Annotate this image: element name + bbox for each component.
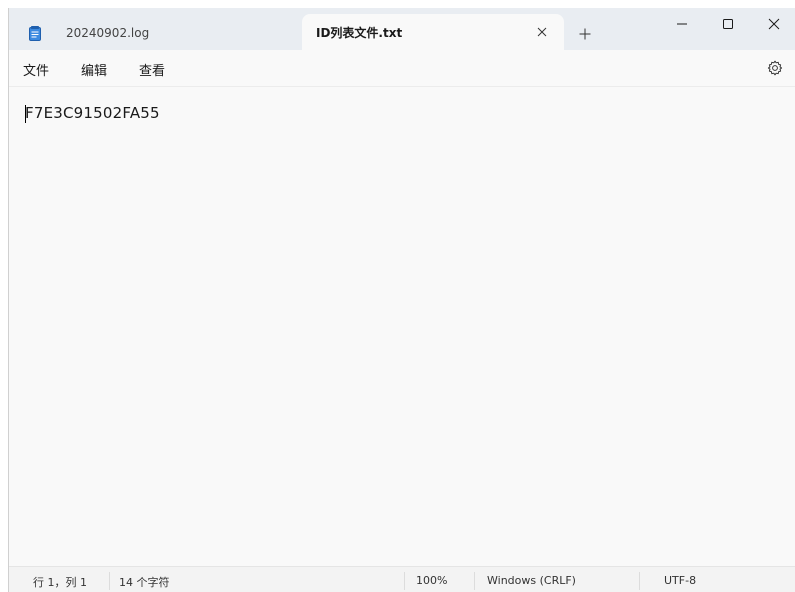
plus-icon xyxy=(579,28,591,40)
tab-label: ID列表文件.txt xyxy=(316,25,403,40)
new-tab-button[interactable] xyxy=(575,24,595,44)
tab-label: 20240902.log xyxy=(66,26,150,40)
editor-content: F7E3C91502FA55 xyxy=(25,104,160,122)
tab-id-list-file[interactable]: ID列表文件.txt xyxy=(302,14,564,50)
title-bar: 20240902.log ID列表文件.txt xyxy=(9,8,795,50)
menu-bar: 文件 编辑 查看 xyxy=(9,50,795,87)
menu-edit[interactable]: 编辑 xyxy=(81,60,107,79)
tab-20240902-log[interactable]: 20240902.log xyxy=(15,16,300,50)
menu-view[interactable]: 查看 xyxy=(139,60,165,79)
text-editor-area[interactable]: F7E3C91502FA55 xyxy=(9,87,795,566)
character-count: 14 个字符 xyxy=(119,576,170,589)
menu-file[interactable]: 文件 xyxy=(23,60,49,79)
encoding[interactable]: UTF-8 xyxy=(664,574,696,587)
status-divider xyxy=(474,572,475,590)
close-icon xyxy=(768,18,780,30)
minimize-button[interactable] xyxy=(659,8,705,40)
minimize-icon xyxy=(677,23,687,25)
maximize-button[interactable] xyxy=(705,8,751,40)
status-bar: 行 1，列 1 14 个字符 100% Windows (CRLF) UTF-8 xyxy=(9,566,795,592)
close-icon xyxy=(537,27,547,37)
status-divider xyxy=(404,572,405,590)
cursor-position: 行 1，列 1 xyxy=(33,576,87,589)
status-divider xyxy=(639,572,640,590)
tab-close-button[interactable] xyxy=(532,22,552,42)
notepad-window: 20240902.log ID列表文件.txt 文件 编辑 查看 F7E3C91… xyxy=(8,8,795,592)
notepad-app-icon xyxy=(29,25,41,41)
zoom-level[interactable]: 100% xyxy=(416,574,447,587)
status-divider xyxy=(109,572,110,590)
line-ending[interactable]: Windows (CRLF) xyxy=(487,574,576,587)
maximize-icon xyxy=(723,19,733,29)
close-window-button[interactable] xyxy=(751,8,795,40)
settings-gear-icon[interactable] xyxy=(767,60,783,76)
